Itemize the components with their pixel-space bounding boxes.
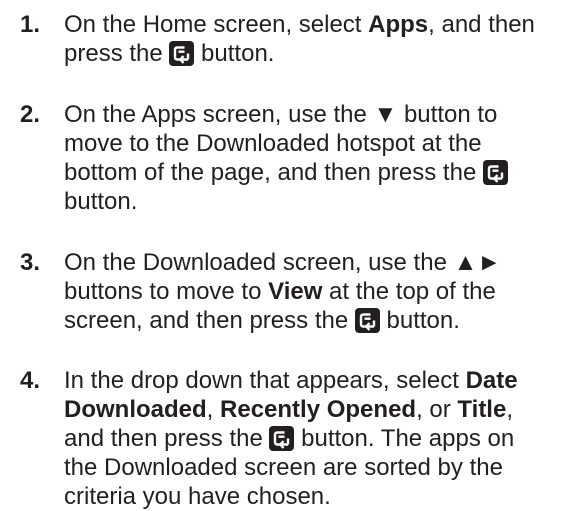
step-number: 1. [20, 11, 41, 38]
text-line: criteria you have chosen. [64, 482, 582, 511]
text-line: buttons to move to View at the top of th… [64, 277, 582, 306]
text-run: button. [194, 40, 275, 67]
text-run: , [506, 396, 513, 423]
text-line: On the Apps screen, use the ▼ button to [64, 100, 582, 129]
text-run: button. [379, 307, 460, 334]
text-run: , or [416, 396, 458, 423]
bold-term: View [268, 278, 323, 305]
step-number: 3. [20, 249, 41, 276]
bold-term: Recently Opened [220, 396, 417, 423]
text-line: button. [64, 187, 582, 216]
text-line: On the Downloaded screen, use the ▲► [64, 248, 582, 277]
text-run: move to the Downloaded hotspot at the [64, 130, 482, 157]
bold-term: Title [457, 396, 507, 423]
text-run: , and then [428, 11, 535, 38]
text-line: In the drop down that appears, select Da… [64, 366, 582, 395]
text-line: move to the Downloaded hotspot at the [64, 129, 582, 158]
bold-term: Downloaded [64, 396, 207, 423]
text-line: bottom of the page, and then press the [64, 158, 582, 187]
text-line: Downloaded, Recently Opened, or Title, [64, 395, 582, 424]
text-run: In the drop down that appears, select [64, 367, 466, 394]
enter-button-icon [269, 426, 295, 451]
step-number: 2. [20, 101, 41, 128]
step-text: On the Downloaded screen, use the ▲► butt… [64, 248, 582, 335]
text-run: criteria you have chosen. [64, 483, 331, 510]
text-run: and then press the [64, 425, 270, 452]
text-line: press the button. [64, 39, 582, 68]
text-line: screen, and then press the button. [64, 306, 582, 335]
bold-term: Apps [368, 11, 429, 38]
text-run: press the [64, 40, 170, 67]
step-text: On the Home screen, select Apps, and the… [64, 10, 582, 68]
step-number: 4. [20, 367, 41, 394]
enter-button-icon [354, 308, 380, 333]
bold-term: Date [465, 367, 518, 394]
text-run: bottom of the page, and then press the [64, 159, 483, 186]
text-line: On the Home screen, select Apps, and the… [64, 10, 582, 39]
step-text: On the Apps screen, use the ▼ button to m… [64, 100, 582, 216]
enter-button-icon [482, 160, 508, 185]
text-line: and then press the button. The apps on [64, 424, 582, 453]
text-run: at the top of the [322, 278, 496, 305]
text-run: button. [64, 188, 138, 215]
text-run: screen, and then press the [64, 307, 355, 334]
enter-button-icon [169, 41, 195, 66]
text-run: On the Downloaded screen, use the ▲► [64, 249, 502, 276]
text-run: buttons to move to [64, 278, 269, 305]
text-run: , [206, 396, 221, 423]
text-run: button. The apps on [294, 425, 515, 452]
text-run: the Downloaded screen are sorted by the [64, 454, 503, 481]
instruction-steps: 1. On the Home screen, select Apps, and … [0, 0, 584, 511]
step-text: In the drop down that appears, select Da… [64, 366, 582, 511]
text-run: On the Apps screen, use the ▼ button to [64, 101, 498, 128]
text-run: On the Home screen, select [64, 11, 369, 38]
text-line: the Downloaded screen are sorted by the [64, 453, 582, 482]
